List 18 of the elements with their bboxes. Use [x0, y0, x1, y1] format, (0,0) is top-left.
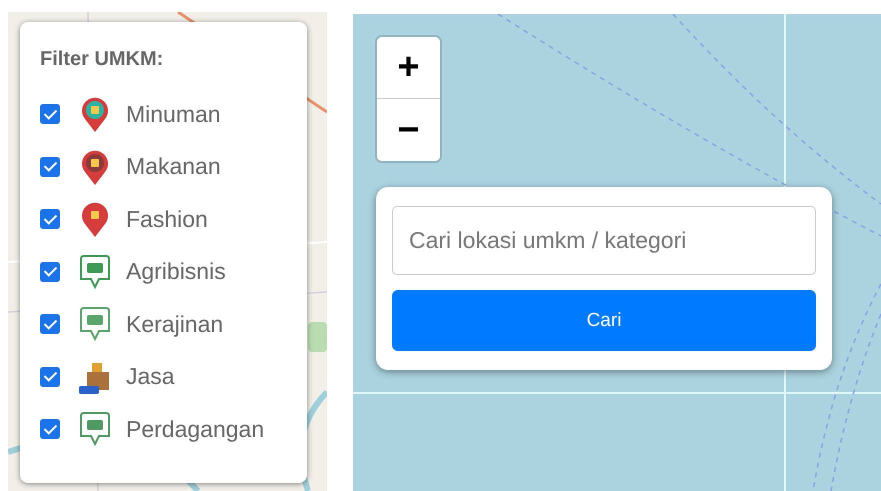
category-label: Makanan [126, 153, 221, 180]
category-label: Jasa [126, 363, 175, 390]
category-label: Minuman [126, 100, 221, 128]
checkbox[interactable] [40, 366, 60, 387]
category-label: Perdagangan [126, 416, 264, 443]
checkbox[interactable] [40, 209, 60, 230]
search-button[interactable]: Cari [392, 290, 816, 351]
checkbox[interactable] [40, 262, 60, 282]
category-label: Kerajinan [126, 310, 224, 338]
category-label: Fashion [126, 206, 208, 233]
zoom-in-button[interactable]: + [377, 37, 440, 99]
category-label: Agribisnis [126, 258, 226, 286]
checkbox[interactable] [40, 104, 60, 124]
checkbox[interactable] [40, 156, 60, 177]
checkbox[interactable] [40, 314, 60, 334]
search-field[interactable]: Cari lokasi umkm / kategori [392, 206, 816, 276]
checkbox[interactable] [40, 419, 60, 440]
filter-title: Filter UMKM: [40, 48, 164, 71]
